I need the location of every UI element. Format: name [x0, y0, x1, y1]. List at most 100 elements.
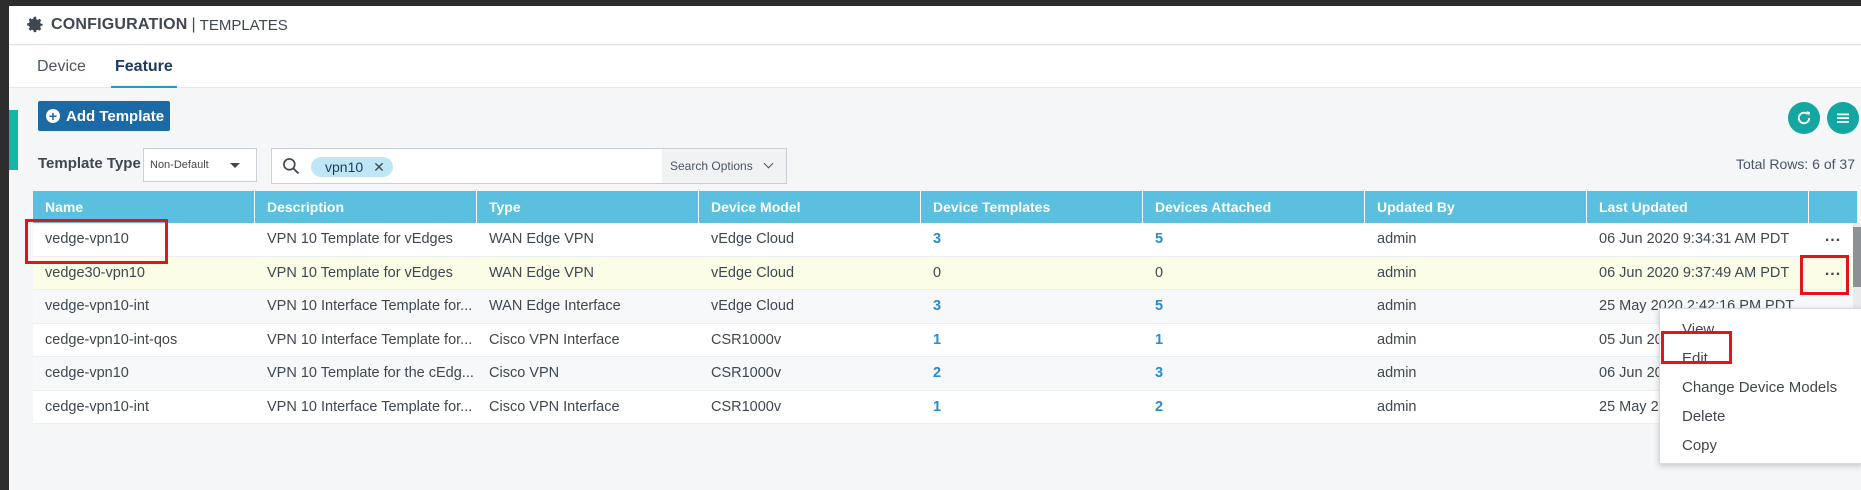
table-row[interactable]: vedge30-vpn10 VPN 10 Template for vEdges… — [33, 256, 1857, 290]
hamburger-icon — [1837, 113, 1849, 123]
column-header-devices-attached[interactable]: Devices Attached — [1143, 191, 1365, 223]
cell-devices-attached: 0 — [1155, 264, 1164, 281]
cell-type: Cisco VPN — [489, 365, 560, 381]
table-row[interactable]: vedge-vpn10-int VPN 10 Interface Templat… — [33, 290, 1857, 324]
cell-description: VPN 10 Interface Template for... — [267, 331, 473, 348]
cell-description: VPN 10 Template for the cEdg... — [267, 365, 474, 381]
cell-last-updated: 06 Jun 2020 9:34:31 AM PDT — [1599, 231, 1790, 247]
cell-name: cedge-vpn10-int-qos — [45, 331, 178, 348]
search-icon — [283, 158, 300, 175]
close-icon[interactable]: ✕ — [373, 157, 385, 177]
plus-icon: + — [46, 109, 60, 123]
row-actions-button[interactable]: ... — [1809, 257, 1857, 290]
menu-item-edit[interactable]: Edit — [1660, 344, 1861, 373]
search-chip: vpn10 ✕ — [311, 157, 393, 177]
cell-device-model: vEdge Cloud — [711, 298, 795, 314]
tab-device[interactable]: Device — [37, 46, 86, 88]
column-header-last-updated[interactable]: Last Updated — [1587, 191, 1809, 223]
cell-name: vedge-vpn10-int — [45, 298, 149, 314]
table-row[interactable]: cedge-vpn10-int-qos VPN 10 Interface Tem… — [33, 323, 1857, 357]
column-header-type[interactable]: Type — [477, 191, 699, 223]
page-header: CONFIGURATION | TEMPLATES — [9, 6, 1861, 45]
scrollbar-thumb[interactable] — [1853, 227, 1861, 287]
cell-description: VPN 10 Interface Template for... — [267, 298, 473, 314]
add-template-label: Add Template — [66, 107, 165, 125]
cell-description: VPN 10 Template for vEdges — [267, 264, 453, 281]
cell-device-model: CSR1000v — [711, 365, 782, 381]
chevron-down-icon — [763, 158, 774, 169]
cell-updated-by: admin — [1377, 398, 1417, 415]
search-options-label: Search Options — [670, 159, 753, 173]
page-subtitle: TEMPLATES — [199, 16, 288, 34]
app-window: CONFIGURATION | TEMPLATES Device Feature… — [9, 6, 1861, 490]
gear-icon — [27, 16, 43, 33]
template-type-select[interactable]: Non-Default — [143, 148, 257, 182]
cell-device-model: CSR1000v — [711, 398, 782, 415]
cell-devices-attached-link[interactable]: 1 — [1143, 324, 1365, 357]
cell-device-templates-link[interactable]: 3 — [921, 290, 1143, 323]
cell-device-templates-link[interactable]: 1 — [921, 324, 1143, 357]
search-chip-label: vpn10 — [325, 159, 364, 175]
cell-type: Cisco VPN Interface — [489, 331, 620, 348]
cell-device-model: vEdge Cloud — [711, 231, 795, 247]
cell-device-templates-link[interactable]: 3 — [921, 223, 1143, 256]
search-box: vpn10 ✕ Search Options — [271, 148, 787, 184]
cell-updated-by: admin — [1377, 331, 1417, 348]
column-header-description[interactable]: Description — [255, 191, 477, 223]
cell-type: WAN Edge Interface — [489, 298, 621, 314]
column-header-device-templates[interactable]: Device Templates — [921, 191, 1143, 223]
cell-type: WAN Edge VPN — [489, 231, 595, 247]
cell-updated-by: admin — [1377, 298, 1417, 314]
cell-device-model: vEdge Cloud — [711, 264, 795, 281]
cell-devices-attached-link[interactable]: 2 — [1143, 391, 1365, 424]
column-header-name[interactable]: Name — [33, 191, 255, 223]
table-row[interactable]: vedge-vpn10 VPN 10 Template for vEdges W… — [33, 223, 1857, 257]
menu-button[interactable] — [1827, 102, 1859, 134]
cell-name: cedge-vpn10-int — [45, 398, 149, 415]
cell-device-templates-link[interactable]: 1 — [921, 391, 1143, 424]
column-header-device-model[interactable]: Device Model — [699, 191, 921, 223]
cell-name: vedge-vpn10 — [45, 231, 129, 247]
row-actions-button[interactable]: ... — [1809, 223, 1857, 256]
cell-name: cedge-vpn10 — [45, 365, 129, 381]
table-row[interactable]: cedge-vpn10 VPN 10 Template for the cEdg… — [33, 357, 1857, 391]
tab-feature[interactable]: Feature — [111, 46, 177, 88]
cell-device-templates-link[interactable]: 2 — [921, 357, 1143, 390]
menu-item-delete[interactable]: Delete — [1660, 402, 1861, 431]
table-row[interactable]: cedge-vpn10-int VPN 10 Interface Templat… — [33, 390, 1857, 424]
total-rows: Total Rows: 6 of 37 — [1735, 156, 1855, 172]
template-type-label: Template Type — [38, 155, 141, 172]
row-context-menu: View Edit Change Device Models Delete Co… — [1659, 308, 1861, 464]
cell-device-model: CSR1000v — [711, 331, 782, 348]
menu-item-change-device-models[interactable]: Change Device Models — [1660, 373, 1861, 402]
search-options-button[interactable]: Search Options — [662, 149, 786, 183]
refresh-icon — [1797, 111, 1811, 125]
title-separator: | — [191, 16, 196, 33]
cell-updated-by: admin — [1377, 264, 1417, 281]
cell-description: VPN 10 Template for vEdges — [267, 231, 453, 247]
cell-type: Cisco VPN Interface — [489, 398, 620, 415]
search-input[interactable] — [402, 155, 652, 177]
column-header-actions — [1809, 191, 1857, 223]
template-type-value: Non-Default — [150, 159, 209, 171]
cell-device-templates: 0 — [933, 264, 942, 281]
table-header: Name Description Type Device Model Devic… — [33, 191, 1857, 223]
cell-type: WAN Edge VPN — [489, 264, 595, 281]
cell-updated-by: admin — [1377, 365, 1417, 381]
cell-description: VPN 10 Interface Template for... — [267, 398, 473, 415]
cell-devices-attached-link[interactable]: 3 — [1143, 357, 1365, 390]
cell-devices-attached-link[interactable]: 5 — [1143, 223, 1365, 256]
side-accent — [9, 110, 18, 170]
column-header-updated-by[interactable]: Updated By — [1365, 191, 1587, 223]
caret-down-icon — [230, 163, 240, 168]
menu-item-view[interactable]: View — [1660, 315, 1861, 344]
add-template-button[interactable]: + Add Template — [38, 101, 170, 131]
cell-updated-by: admin — [1377, 231, 1417, 247]
menu-item-copy[interactable]: Copy — [1660, 431, 1861, 460]
templates-table: Name Description Type Device Model Devic… — [33, 191, 1857, 424]
refresh-button[interactable] — [1788, 102, 1820, 134]
tab-bar: Device Feature — [9, 46, 1861, 88]
page-title: CONFIGURATION — [51, 16, 188, 33]
cell-devices-attached-link[interactable]: 5 — [1143, 290, 1365, 323]
cell-last-updated: 06 Jun 2020 9:37:49 AM PDT — [1599, 264, 1790, 281]
